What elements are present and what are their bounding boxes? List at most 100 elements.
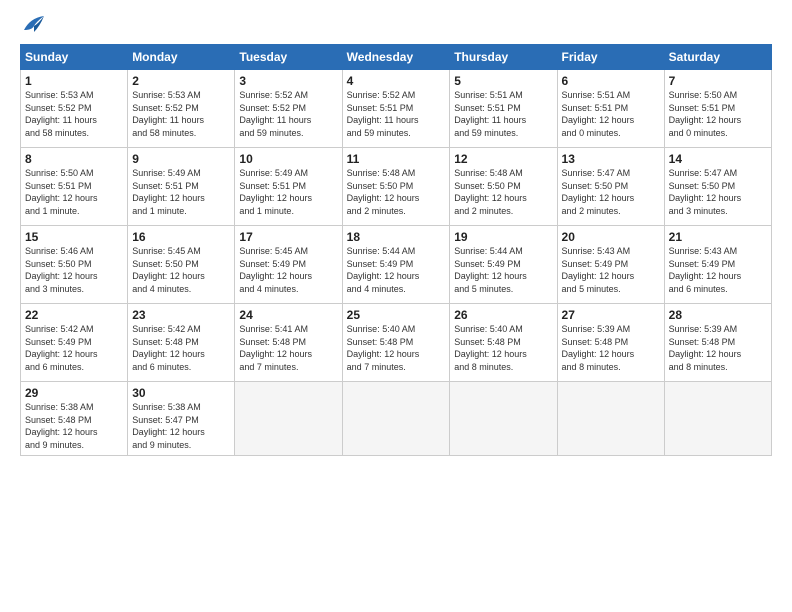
header bbox=[20, 16, 772, 34]
calendar-cell: 23Sunrise: 5:42 AMSunset: 5:48 PMDayligh… bbox=[128, 304, 235, 382]
calendar-cell: 27Sunrise: 5:39 AMSunset: 5:48 PMDayligh… bbox=[557, 304, 664, 382]
calendar-cell: 13Sunrise: 5:47 AMSunset: 5:50 PMDayligh… bbox=[557, 148, 664, 226]
day-info: Sunrise: 5:40 AMSunset: 5:48 PMDaylight:… bbox=[454, 323, 552, 373]
day-info: Sunrise: 5:40 AMSunset: 5:48 PMDaylight:… bbox=[347, 323, 446, 373]
calendar-cell: 21Sunrise: 5:43 AMSunset: 5:49 PMDayligh… bbox=[664, 226, 771, 304]
logo-text bbox=[20, 16, 44, 34]
day-info: Sunrise: 5:49 AMSunset: 5:51 PMDaylight:… bbox=[239, 167, 337, 217]
day-number: 6 bbox=[562, 74, 660, 88]
day-number: 4 bbox=[347, 74, 446, 88]
day-number: 26 bbox=[454, 308, 552, 322]
day-info: Sunrise: 5:47 AMSunset: 5:50 PMDaylight:… bbox=[669, 167, 767, 217]
calendar-cell bbox=[342, 382, 450, 456]
calendar-table: SundayMondayTuesdayWednesdayThursdayFrid… bbox=[20, 44, 772, 456]
calendar-cell: 6Sunrise: 5:51 AMSunset: 5:51 PMDaylight… bbox=[557, 70, 664, 148]
day-info: Sunrise: 5:38 AMSunset: 5:47 PMDaylight:… bbox=[132, 401, 230, 451]
calendar-cell: 22Sunrise: 5:42 AMSunset: 5:49 PMDayligh… bbox=[21, 304, 128, 382]
day-info: Sunrise: 5:49 AMSunset: 5:51 PMDaylight:… bbox=[132, 167, 230, 217]
day-number: 20 bbox=[562, 230, 660, 244]
day-info: Sunrise: 5:50 AMSunset: 5:51 PMDaylight:… bbox=[669, 89, 767, 139]
day-number: 25 bbox=[347, 308, 446, 322]
day-number: 28 bbox=[669, 308, 767, 322]
day-info: Sunrise: 5:42 AMSunset: 5:49 PMDaylight:… bbox=[25, 323, 123, 373]
day-info: Sunrise: 5:42 AMSunset: 5:48 PMDaylight:… bbox=[132, 323, 230, 373]
day-number: 22 bbox=[25, 308, 123, 322]
header-day-monday: Monday bbox=[128, 45, 235, 70]
day-info: Sunrise: 5:38 AMSunset: 5:48 PMDaylight:… bbox=[25, 401, 123, 451]
day-number: 21 bbox=[669, 230, 767, 244]
calendar-cell: 25Sunrise: 5:40 AMSunset: 5:48 PMDayligh… bbox=[342, 304, 450, 382]
day-number: 2 bbox=[132, 74, 230, 88]
day-info: Sunrise: 5:39 AMSunset: 5:48 PMDaylight:… bbox=[562, 323, 660, 373]
day-info: Sunrise: 5:45 AMSunset: 5:50 PMDaylight:… bbox=[132, 245, 230, 295]
day-number: 13 bbox=[562, 152, 660, 166]
day-info: Sunrise: 5:51 AMSunset: 5:51 PMDaylight:… bbox=[454, 89, 552, 139]
calendar-cell: 9Sunrise: 5:49 AMSunset: 5:51 PMDaylight… bbox=[128, 148, 235, 226]
day-number: 24 bbox=[239, 308, 337, 322]
day-info: Sunrise: 5:45 AMSunset: 5:49 PMDaylight:… bbox=[239, 245, 337, 295]
day-number: 3 bbox=[239, 74, 337, 88]
day-number: 18 bbox=[347, 230, 446, 244]
day-number: 19 bbox=[454, 230, 552, 244]
day-info: Sunrise: 5:43 AMSunset: 5:49 PMDaylight:… bbox=[562, 245, 660, 295]
calendar-cell: 10Sunrise: 5:49 AMSunset: 5:51 PMDayligh… bbox=[235, 148, 342, 226]
calendar-cell: 7Sunrise: 5:50 AMSunset: 5:51 PMDaylight… bbox=[664, 70, 771, 148]
header-day-thursday: Thursday bbox=[450, 45, 557, 70]
day-info: Sunrise: 5:53 AMSunset: 5:52 PMDaylight:… bbox=[25, 89, 123, 139]
day-number: 29 bbox=[25, 386, 123, 400]
header-day-tuesday: Tuesday bbox=[235, 45, 342, 70]
calendar-page: SundayMondayTuesdayWednesdayThursdayFrid… bbox=[0, 0, 792, 612]
calendar-cell bbox=[450, 382, 557, 456]
day-info: Sunrise: 5:44 AMSunset: 5:49 PMDaylight:… bbox=[347, 245, 446, 295]
calendar-cell: 2Sunrise: 5:53 AMSunset: 5:52 PMDaylight… bbox=[128, 70, 235, 148]
day-number: 5 bbox=[454, 74, 552, 88]
day-number: 8 bbox=[25, 152, 123, 166]
day-number: 10 bbox=[239, 152, 337, 166]
calendar-cell: 26Sunrise: 5:40 AMSunset: 5:48 PMDayligh… bbox=[450, 304, 557, 382]
day-number: 11 bbox=[347, 152, 446, 166]
calendar-cell: 17Sunrise: 5:45 AMSunset: 5:49 PMDayligh… bbox=[235, 226, 342, 304]
day-number: 16 bbox=[132, 230, 230, 244]
calendar-cell: 11Sunrise: 5:48 AMSunset: 5:50 PMDayligh… bbox=[342, 148, 450, 226]
day-number: 15 bbox=[25, 230, 123, 244]
day-number: 1 bbox=[25, 74, 123, 88]
calendar-cell bbox=[557, 382, 664, 456]
header-day-wednesday: Wednesday bbox=[342, 45, 450, 70]
day-info: Sunrise: 5:52 AMSunset: 5:52 PMDaylight:… bbox=[239, 89, 337, 139]
calendar-cell: 28Sunrise: 5:39 AMSunset: 5:48 PMDayligh… bbox=[664, 304, 771, 382]
day-number: 7 bbox=[669, 74, 767, 88]
day-info: Sunrise: 5:46 AMSunset: 5:50 PMDaylight:… bbox=[25, 245, 123, 295]
day-info: Sunrise: 5:43 AMSunset: 5:49 PMDaylight:… bbox=[669, 245, 767, 295]
day-number: 30 bbox=[132, 386, 230, 400]
calendar-cell: 18Sunrise: 5:44 AMSunset: 5:49 PMDayligh… bbox=[342, 226, 450, 304]
day-number: 9 bbox=[132, 152, 230, 166]
logo bbox=[20, 16, 44, 34]
day-info: Sunrise: 5:48 AMSunset: 5:50 PMDaylight:… bbox=[454, 167, 552, 217]
day-number: 12 bbox=[454, 152, 552, 166]
calendar-cell: 4Sunrise: 5:52 AMSunset: 5:51 PMDaylight… bbox=[342, 70, 450, 148]
calendar-cell: 29Sunrise: 5:38 AMSunset: 5:48 PMDayligh… bbox=[21, 382, 128, 456]
calendar-cell: 8Sunrise: 5:50 AMSunset: 5:51 PMDaylight… bbox=[21, 148, 128, 226]
calendar-cell: 19Sunrise: 5:44 AMSunset: 5:49 PMDayligh… bbox=[450, 226, 557, 304]
day-info: Sunrise: 5:47 AMSunset: 5:50 PMDaylight:… bbox=[562, 167, 660, 217]
day-number: 27 bbox=[562, 308, 660, 322]
calendar-cell: 16Sunrise: 5:45 AMSunset: 5:50 PMDayligh… bbox=[128, 226, 235, 304]
day-info: Sunrise: 5:48 AMSunset: 5:50 PMDaylight:… bbox=[347, 167, 446, 217]
calendar-cell bbox=[664, 382, 771, 456]
calendar-cell: 30Sunrise: 5:38 AMSunset: 5:47 PMDayligh… bbox=[128, 382, 235, 456]
day-info: Sunrise: 5:41 AMSunset: 5:48 PMDaylight:… bbox=[239, 323, 337, 373]
header-day-saturday: Saturday bbox=[664, 45, 771, 70]
calendar-cell: 12Sunrise: 5:48 AMSunset: 5:50 PMDayligh… bbox=[450, 148, 557, 226]
header-row: SundayMondayTuesdayWednesdayThursdayFrid… bbox=[21, 45, 772, 70]
calendar-cell: 24Sunrise: 5:41 AMSunset: 5:48 PMDayligh… bbox=[235, 304, 342, 382]
day-number: 23 bbox=[132, 308, 230, 322]
day-info: Sunrise: 5:50 AMSunset: 5:51 PMDaylight:… bbox=[25, 167, 123, 217]
calendar-cell: 1Sunrise: 5:53 AMSunset: 5:52 PMDaylight… bbox=[21, 70, 128, 148]
calendar-cell: 14Sunrise: 5:47 AMSunset: 5:50 PMDayligh… bbox=[664, 148, 771, 226]
calendar-cell bbox=[235, 382, 342, 456]
day-info: Sunrise: 5:44 AMSunset: 5:49 PMDaylight:… bbox=[454, 245, 552, 295]
logo-bird-icon bbox=[22, 16, 44, 34]
day-info: Sunrise: 5:53 AMSunset: 5:52 PMDaylight:… bbox=[132, 89, 230, 139]
calendar-cell: 5Sunrise: 5:51 AMSunset: 5:51 PMDaylight… bbox=[450, 70, 557, 148]
header-day-friday: Friday bbox=[557, 45, 664, 70]
